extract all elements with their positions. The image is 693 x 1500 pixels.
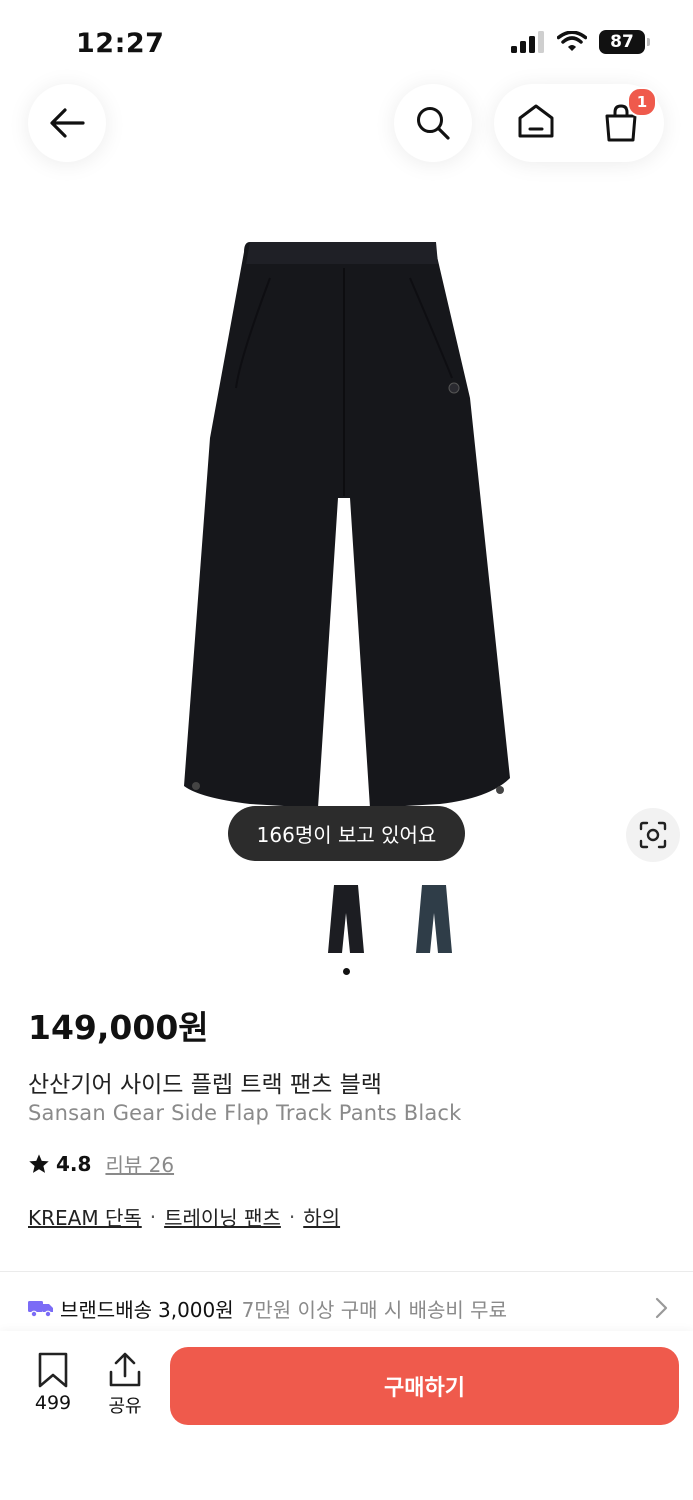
product-price: 149,000원 bbox=[28, 1008, 209, 1047]
thumbnail-black[interactable] bbox=[318, 880, 374, 962]
arrow-left-icon bbox=[50, 108, 85, 138]
product-name-ko: 산산기어 사이드 플렙 트랙 팬츠 블랙 bbox=[28, 1072, 382, 1098]
product-image[interactable] bbox=[170, 238, 520, 818]
header-actions: 1 bbox=[494, 84, 664, 162]
share-label: 공유 bbox=[108, 1396, 142, 1417]
tag-bottoms[interactable]: 하의 bbox=[303, 1202, 340, 1231]
lens-scan-icon bbox=[639, 821, 667, 849]
reviews-link[interactable]: 리뷰 26 bbox=[105, 1149, 174, 1178]
tag-training-pants[interactable]: 트레이닝 팬츠 bbox=[164, 1202, 281, 1231]
thumbnail-pants-image bbox=[416, 885, 452, 953]
search-icon bbox=[417, 107, 450, 140]
cart-button[interactable]: 1 bbox=[601, 87, 657, 143]
status-time: 12:27 bbox=[76, 28, 165, 59]
search-button[interactable] bbox=[394, 84, 472, 162]
tag-kream-exclusive[interactable]: KREAM 단독 bbox=[28, 1202, 142, 1231]
wifi-icon bbox=[557, 31, 587, 51]
home-icon bbox=[518, 104, 554, 138]
star-icon bbox=[29, 1153, 49, 1173]
section-divider bbox=[0, 1271, 693, 1272]
image-search-button[interactable] bbox=[626, 808, 680, 862]
category-tags: KREAM 단독 · 트레이닝 팬츠 · 하의 bbox=[28, 1202, 340, 1231]
shipping-type: 브랜드배송 bbox=[60, 1297, 152, 1322]
thumbnail-indicator-dot bbox=[343, 968, 350, 975]
chevron-right-icon bbox=[655, 1297, 668, 1319]
home-button[interactable] bbox=[517, 103, 555, 143]
status-icons: 87 bbox=[511, 30, 650, 54]
cart-count-badge: 1 bbox=[627, 87, 657, 117]
bookmark-count: 499 bbox=[34, 1392, 72, 1414]
shipping-info-row[interactable]: 브랜드배송 3,000원 7만원 이상 구매 시 배송비 무료 bbox=[28, 1292, 668, 1324]
signal-icon bbox=[511, 31, 544, 53]
rating-row: 4.8 리뷰 26 bbox=[28, 1149, 174, 1178]
tag-separator: · bbox=[288, 1204, 296, 1229]
battery-indicator: 87 bbox=[599, 30, 650, 54]
buy-button[interactable]: 구매하기 bbox=[170, 1347, 679, 1425]
share-button[interactable]: 공유 bbox=[98, 1352, 152, 1418]
shipping-note: 7만원 이상 구매 시 배송비 무료 bbox=[241, 1297, 507, 1322]
thumbnail-pants-image bbox=[328, 885, 364, 953]
rating-score: 4.8 bbox=[56, 1151, 92, 1176]
bookmark-button[interactable]: 499 bbox=[26, 1352, 80, 1414]
thumbnail-navy[interactable] bbox=[406, 880, 462, 962]
shipping-fee: 3,000원 bbox=[158, 1297, 234, 1322]
share-icon bbox=[109, 1352, 141, 1387]
back-button[interactable] bbox=[28, 84, 106, 162]
viewers-count-badge: 166명이 보고 있어요 bbox=[228, 806, 465, 861]
tag-separator: · bbox=[149, 1204, 157, 1229]
bookmark-icon bbox=[38, 1352, 68, 1388]
truck-icon bbox=[28, 1301, 53, 1318]
product-name-en: Sansan Gear Side Flap Track Pants Black bbox=[28, 1101, 462, 1125]
